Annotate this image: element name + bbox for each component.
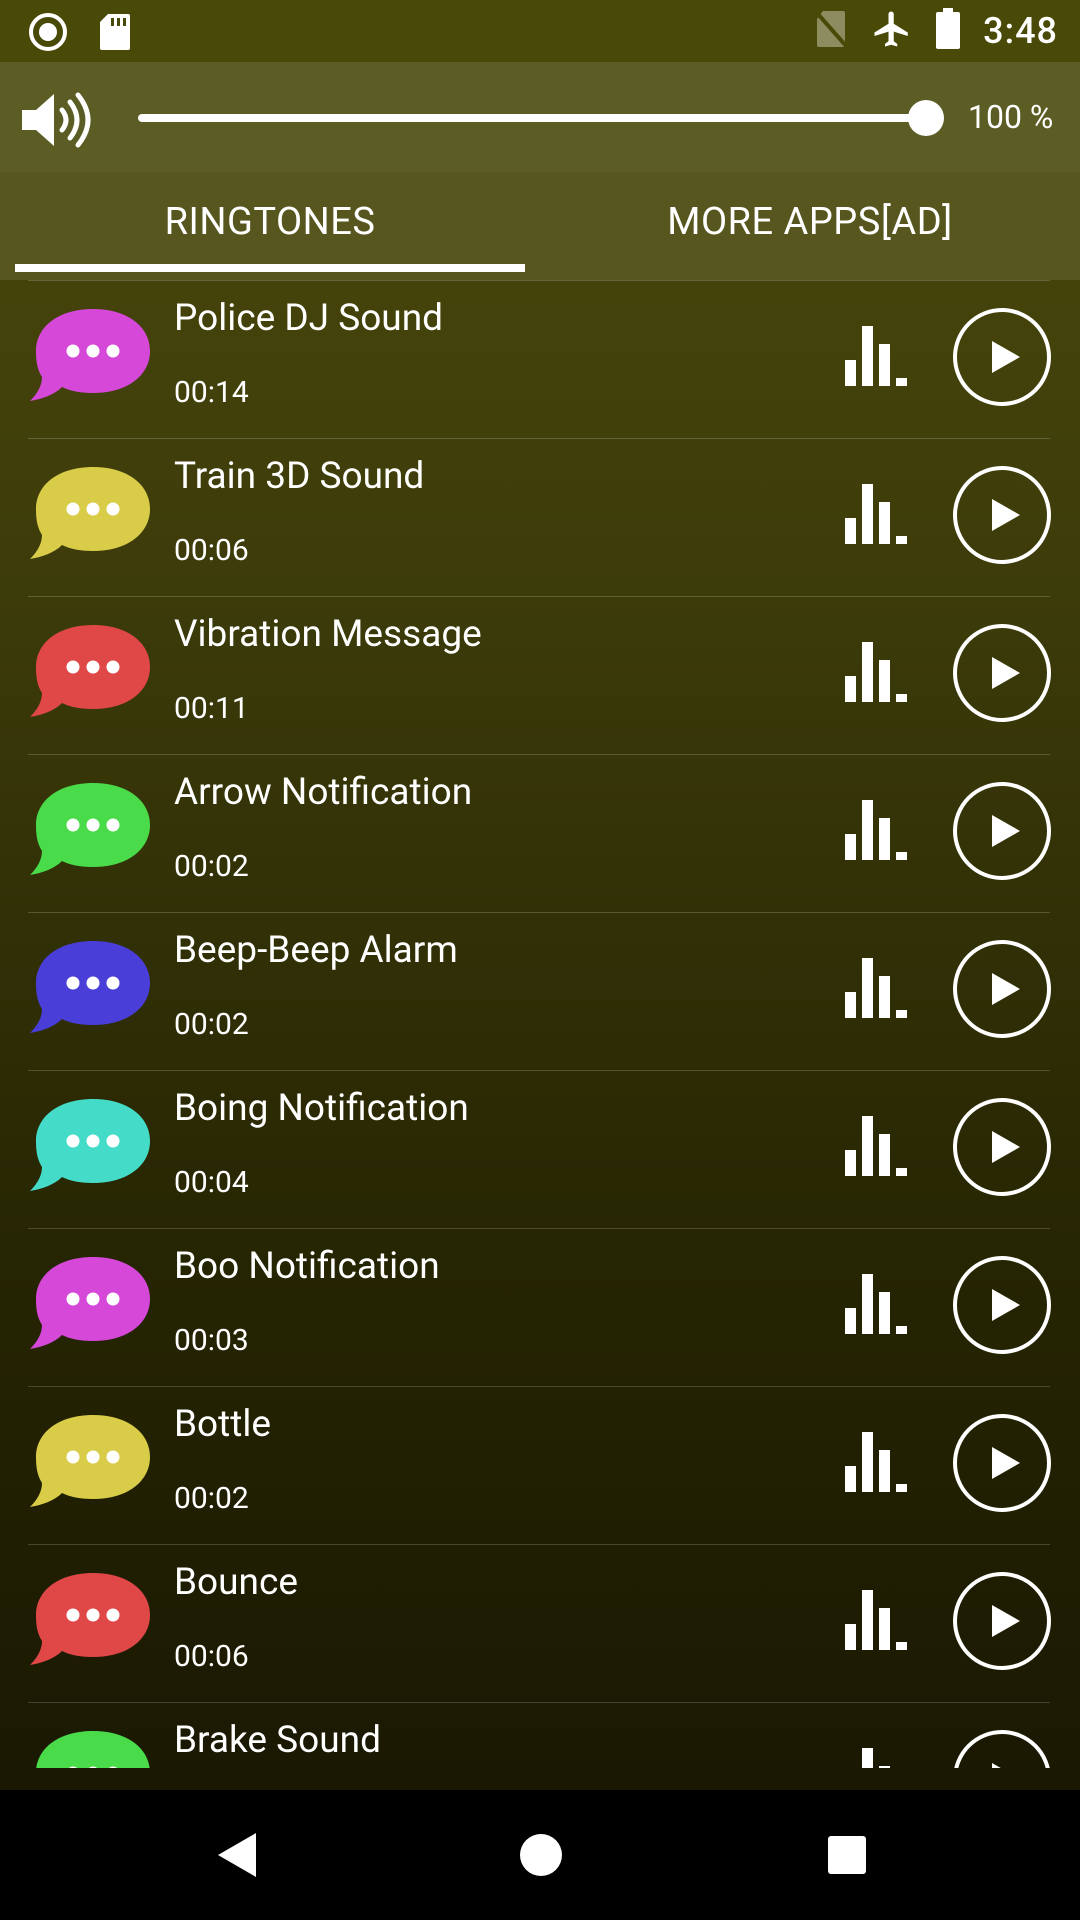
chat-bubble-icon [28,461,158,571]
ringtone-title: Bottle [174,1403,271,1446]
list-item[interactable]: Bounce 00:06 [28,1544,1052,1703]
list-item[interactable]: Brake Sound [28,1702,1050,1768]
ringtone-title: Boo Notification [174,1245,440,1288]
ringtone-title: Bounce [174,1561,298,1604]
battery-icon [935,8,961,54]
ringtone-duration: 00:02 [174,1007,249,1042]
list-item[interactable]: Boing Notification 00:04 [28,1070,1052,1229]
play-button[interactable] [952,465,1052,565]
chat-bubble-icon [28,303,158,413]
list-item[interactable]: Vibration Message 00:11 [28,596,1052,755]
equalizer-icon[interactable] [845,642,911,702]
play-button[interactable] [952,1571,1052,1671]
list-item[interactable]: Beep-Beep Alarm 00:02 [28,912,1052,1071]
sd-card-icon [98,12,132,56]
screen: 3:48 100 % RINGTONES MORE APPS[AD] Polic… [0,0,1080,1920]
ringtone-duration: 00:02 [174,1481,249,1516]
volume-slider-track[interactable] [138,114,928,122]
airplane-icon [871,8,913,54]
list-item[interactable]: Arrow Notification 00:02 [28,754,1052,913]
tab-indicator [15,264,525,272]
equalizer-icon[interactable] [845,1748,911,1768]
list-item[interactable]: Boo Notification 00:03 [28,1228,1052,1387]
play-button[interactable] [952,1413,1052,1513]
list-item[interactable]: Police DJ Sound 00:14 [28,280,1052,439]
record-circle-icon [28,12,68,56]
volume-percent: 100 % [968,98,1054,136]
chat-bubble-icon [28,619,158,729]
equalizer-icon[interactable] [845,1116,911,1176]
ringtone-list[interactable]: Police DJ Sound 00:14 Train 3D Sound 00:… [0,280,1080,1768]
chat-bubble-icon [28,1567,158,1677]
ringtone-duration: 00:06 [174,1639,249,1674]
equalizer-icon[interactable] [845,958,911,1018]
ringtone-title: Police DJ Sound [174,297,444,340]
chat-bubble-icon [28,1409,158,1519]
equalizer-icon[interactable] [845,1432,911,1492]
play-button[interactable] [952,623,1052,723]
play-button[interactable] [952,781,1052,881]
volume-bar: 100 % [0,62,1080,172]
chat-bubble-icon [28,935,158,1045]
ringtone-title: Vibration Message [174,613,482,656]
play-button[interactable] [952,307,1052,407]
speaker-icon[interactable] [20,92,96,152]
tab-bar: RINGTONES MORE APPS[AD] [0,172,1080,280]
list-item[interactable]: Bottle 00:02 [28,1386,1052,1545]
chat-bubble-icon [28,1725,158,1768]
equalizer-icon[interactable] [845,800,911,860]
ringtone-duration: 00:06 [174,533,249,568]
tab-more-apps[interactable]: MORE APPS[AD] [555,172,1065,272]
navigation-bar [0,1790,1080,1920]
play-button[interactable] [952,939,1052,1039]
clock: 3:48 [983,10,1058,52]
play-button[interactable] [952,1729,1052,1768]
ringtone-duration: 00:02 [174,849,249,884]
equalizer-icon[interactable] [845,1590,911,1650]
back-icon[interactable] [214,1830,260,1884]
ringtone-title: Brake Sound [174,1719,381,1762]
ringtone-title: Beep-Beep Alarm [174,929,458,972]
play-button[interactable] [952,1097,1052,1197]
status-bar: 3:48 [0,0,1080,62]
chat-bubble-icon [28,1251,158,1361]
ringtone-title: Arrow Notification [174,771,473,814]
equalizer-icon[interactable] [845,484,911,544]
ringtone-duration: 00:11 [174,691,249,726]
ringtone-title: Boing Notification [174,1087,469,1130]
home-icon[interactable] [518,1830,564,1884]
recents-icon[interactable] [824,1830,870,1884]
chat-bubble-icon [28,1093,158,1203]
play-button[interactable] [952,1255,1052,1355]
ringtone-duration: 00:14 [174,375,249,410]
chat-bubble-icon [28,777,158,887]
ringtone-title: Train 3D Sound [174,455,425,498]
list-item[interactable]: Train 3D Sound 00:06 [28,438,1052,597]
ringtone-duration: 00:03 [174,1323,249,1358]
volume-slider-thumb[interactable] [908,100,944,136]
tab-ringtones[interactable]: RINGTONES [15,172,525,272]
ringtone-duration: 00:04 [174,1165,249,1200]
equalizer-icon[interactable] [845,326,911,386]
equalizer-icon[interactable] [845,1274,911,1334]
no-sim-icon [815,9,849,53]
